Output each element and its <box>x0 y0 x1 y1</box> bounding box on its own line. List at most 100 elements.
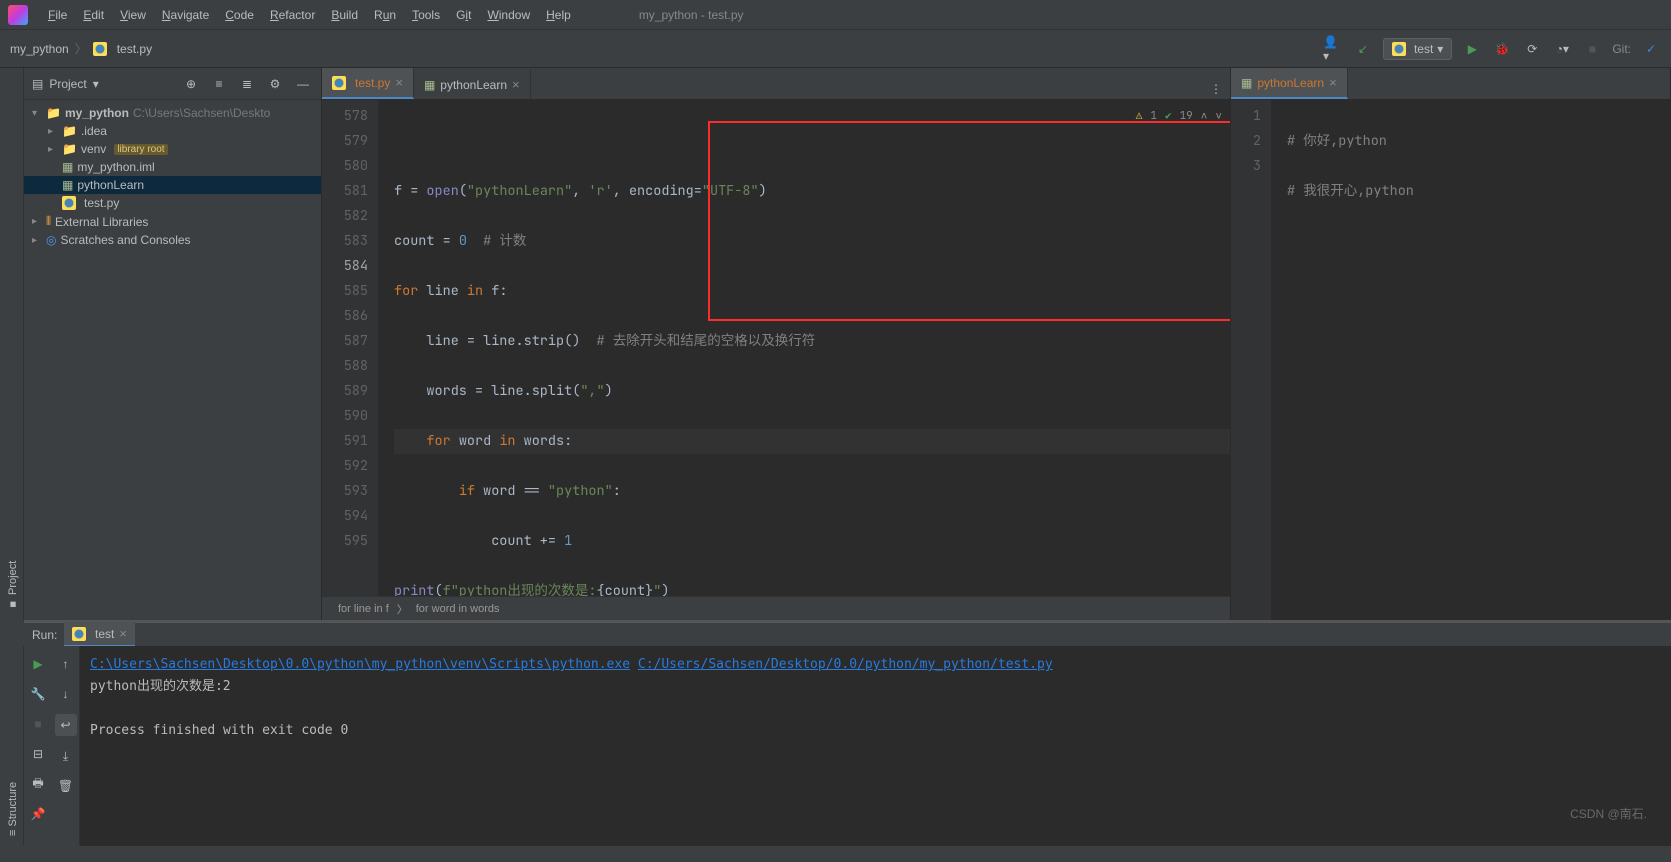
menu-code[interactable]: Code <box>217 4 262 26</box>
tree-scratches[interactable]: ▸◎ Scratches and Consoles <box>24 231 321 249</box>
layout-icon[interactable]: ⊟ <box>28 744 48 764</box>
collapse-all-icon[interactable]: ≣ <box>237 74 257 94</box>
coverage-button[interactable]: ⟳ <box>1522 39 1542 59</box>
run-config-name: test <box>1414 42 1433 56</box>
menu-navigate[interactable]: Navigate <box>154 4 217 26</box>
menu-view[interactable]: View <box>112 4 154 26</box>
stop-button[interactable]: ■ <box>28 714 48 734</box>
project-panel: ▤ Project ▾ ⊕ ≡ ≣ ⚙ — ▾📁 my_python C:\Us… <box>24 68 322 620</box>
tree-idea[interactable]: ▸📁 .idea <box>24 122 321 140</box>
python-file-icon <box>332 76 346 90</box>
output-exit: Process finished with exit code 0 <box>90 720 1661 742</box>
breadcrumb-sep: 〉 <box>75 40 87 57</box>
print-icon[interactable]: 🖶 <box>28 774 48 794</box>
tree-venv[interactable]: ▸📁 venvlibrary root <box>24 140 321 158</box>
editor-tabs-right: ▦pythonLearn× <box>1231 68 1670 100</box>
pin-icon[interactable]: 📌 <box>28 804 48 824</box>
run-button[interactable]: ▶ <box>1462 39 1482 59</box>
close-icon[interactable]: × <box>512 77 520 92</box>
chevron-down-icon[interactable]: ▾ <box>93 77 99 91</box>
profiler-button[interactable]: ◔▾ <box>1552 39 1572 59</box>
expand-all-icon[interactable]: ≡ <box>209 74 229 94</box>
editor-bc-1[interactable]: for line in f <box>338 603 389 615</box>
close-icon[interactable]: × <box>395 75 403 90</box>
toolbar: my_python 〉 test.py 👤▾ ↙ test ▾ ▶ 🐞 ⟳ ◔▾… <box>0 30 1671 68</box>
tree-iml[interactable]: ▦ my_python.iml <box>24 158 321 176</box>
chevron-down-icon: ▾ <box>1437 42 1443 56</box>
scroll-end-icon[interactable]: ⤓ <box>56 746 76 766</box>
code-area-2[interactable]: # 你好,python # 我很开心,python <box>1271 100 1670 620</box>
left-tool-gutter: ■ Project ○ Commit <box>0 68 24 620</box>
project-view-icon: ▤ <box>32 77 43 91</box>
wrench-icon[interactable]: 🔧 <box>28 684 48 704</box>
menu-git[interactable]: Git <box>448 4 479 26</box>
down-arrow-icon[interactable]: ↓ <box>56 684 76 704</box>
rerun-button[interactable]: ▶ <box>28 654 48 674</box>
locate-icon[interactable]: ⊕ <box>181 74 201 94</box>
tree-pythonlearn[interactable]: ▦ pythonLearn <box>24 176 321 194</box>
python-icon <box>72 627 86 641</box>
output-script-link[interactable]: C:/Users/Sachsen/Desktop/0.0/python/my_p… <box>638 657 1053 672</box>
settings-icon[interactable]: ⚙ <box>265 74 285 94</box>
breadcrumb-file[interactable]: test.py <box>117 42 152 56</box>
debug-button[interactable]: 🐞 <box>1492 39 1512 59</box>
warning-icon: ⚠ <box>1136 104 1143 129</box>
python-icon <box>1392 42 1406 56</box>
close-icon[interactable]: × <box>1329 75 1337 90</box>
up-arrow-icon[interactable]: ↑ <box>56 654 76 674</box>
run-tools-secondary: ↑ ↓ ↩ ⤓ 🗑 <box>52 646 80 846</box>
run-tools-primary: ▶ 🔧 ■ ⊟ 🖶 📌 <box>24 646 52 846</box>
tree-testpy[interactable]: test.py <box>24 194 321 212</box>
git-update-icon[interactable]: ✓ <box>1641 39 1661 59</box>
window-title: my_python - test.py <box>639 8 744 22</box>
tabs-more-icon[interactable]: ⋮ <box>1206 79 1226 99</box>
menu-tools[interactable]: Tools <box>404 4 448 26</box>
minimize-icon[interactable]: — <box>293 74 313 94</box>
menu-file[interactable]: File <box>40 4 75 26</box>
up-icon[interactable]: ∧ <box>1201 104 1208 129</box>
python-file-icon <box>62 196 76 210</box>
run-config-selector[interactable]: test ▾ <box>1383 38 1452 60</box>
tab-pythonlearn-left[interactable]: ▦pythonLearn× <box>414 70 531 99</box>
tree-root[interactable]: ▾📁 my_python C:\Users\Sachsen\Deskto <box>24 104 321 122</box>
back-icon[interactable]: ↙ <box>1353 39 1373 59</box>
editor-secondary[interactable]: 123 # 你好,python # 我很开心,python <box>1231 100 1670 620</box>
run-output[interactable]: C:\Users\Sachsen\Desktop\0.0\python\my_p… <box>80 646 1671 846</box>
inspection-badges[interactable]: ⚠1 ✔19 ∧ ∨ <box>1136 104 1222 129</box>
menubar: File Edit View Navigate Code Refactor Bu… <box>0 0 1671 30</box>
stop-button[interactable]: ■ <box>1582 39 1602 59</box>
check-icon: ✔ <box>1165 104 1172 129</box>
editor-main[interactable]: ⚠1 ✔19 ∧ ∨ 57857958058158258358458558658… <box>322 100 1230 596</box>
editor-tabs-left: test.py× ▦pythonLearn× ⋮ <box>322 68 1230 100</box>
soft-wrap-icon[interactable]: ↩ <box>55 714 77 736</box>
python-file-icon <box>93 42 107 56</box>
trash-icon[interactable]: 🗑 <box>56 776 76 796</box>
down-icon[interactable]: ∨ <box>1215 104 1222 129</box>
watermark: CSDN @南石. <box>1570 805 1647 822</box>
gutter-2: 123 <box>1231 100 1271 620</box>
menu-refactor[interactable]: Refactor <box>262 4 323 26</box>
editor-breadcrumb: for line in f 〉 for word in words <box>322 596 1230 620</box>
menu-window[interactable]: Window <box>479 4 538 26</box>
menu-build[interactable]: Build <box>323 4 366 26</box>
app-logo-icon <box>8 5 28 25</box>
close-icon[interactable]: × <box>119 626 127 641</box>
run-tool-header: Run: test× <box>24 620 1671 646</box>
menu-edit[interactable]: Edit <box>75 4 112 26</box>
side-tab-commit[interactable]: ○ Commit <box>0 68 3 620</box>
run-tab[interactable]: test× <box>64 622 135 647</box>
output-interpreter-link[interactable]: C:\Users\Sachsen\Desktop\0.0\python\my_p… <box>90 657 630 672</box>
tab-testpy[interactable]: test.py× <box>322 68 414 99</box>
tree-extlibs[interactable]: ▸⫴ External Libraries <box>24 212 321 231</box>
menu-help[interactable]: Help <box>538 4 579 26</box>
breadcrumb-root[interactable]: my_python <box>10 42 69 56</box>
code-area[interactable]: f = open("pythonLearn", 'r', encoding="U… <box>378 100 1230 596</box>
menu-run[interactable]: Run <box>366 4 404 26</box>
tab-pythonlearn-right[interactable]: ▦pythonLearn× <box>1231 68 1348 99</box>
side-tab-structure[interactable]: ≡ Structure <box>3 646 23 846</box>
add-user-icon[interactable]: 👤▾ <box>1323 39 1343 59</box>
side-tab-project[interactable]: ■ Project <box>3 68 23 620</box>
editor-bc-2[interactable]: for word in words <box>416 603 500 615</box>
project-panel-title: Project <box>49 77 86 91</box>
run-label: Run: <box>32 628 57 642</box>
